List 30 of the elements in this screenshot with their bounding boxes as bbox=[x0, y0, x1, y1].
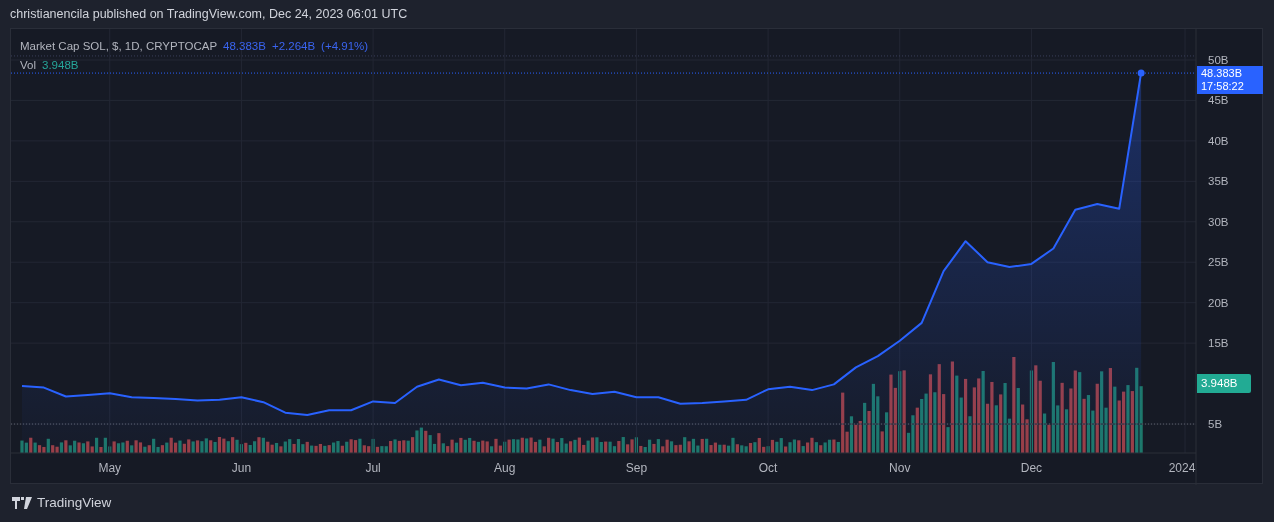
axis-label: 2024 bbox=[1168, 461, 1196, 475]
publish-note: christianencila published on TradingView.com, Dec 24, 2023 06:01 UTC bbox=[10, 5, 408, 23]
axis-label: 20B bbox=[1208, 296, 1229, 309]
price-tag: 48.383B 17:58:22 bbox=[1197, 66, 1263, 94]
axis-label: Sep bbox=[625, 461, 648, 475]
axis-label: Dec bbox=[1020, 461, 1043, 475]
price-change: +2.264B bbox=[271, 39, 316, 54]
logo-icon bbox=[12, 497, 32, 509]
brand-name: TradingView bbox=[37, 493, 112, 512]
axis-label: Oct bbox=[758, 461, 778, 475]
volume-tag: 3.948B bbox=[1197, 374, 1251, 393]
axis-label: 40B bbox=[1208, 134, 1229, 147]
symbol-title: Market Cap SOL, $, 1D, CRYPTOCAP bbox=[20, 39, 218, 54]
last-point-dot bbox=[1137, 69, 1145, 77]
axis-label: 45B bbox=[1208, 94, 1229, 107]
axis-label: 30B bbox=[1208, 215, 1229, 228]
axis-label: 5B bbox=[1208, 418, 1223, 431]
axis-label: 25B bbox=[1208, 256, 1229, 269]
axis-label: 15B bbox=[1208, 337, 1229, 350]
axis-label: 35B bbox=[1208, 175, 1229, 188]
axis-label: May bbox=[98, 461, 122, 475]
price-value: 48.383B bbox=[223, 39, 266, 54]
axis-label: Aug bbox=[494, 461, 516, 475]
axis-label: 50B bbox=[1208, 54, 1229, 66]
price-change-percent: (+4.91%) bbox=[321, 39, 369, 54]
axis-label: Jul bbox=[365, 461, 381, 475]
axis-label: Nov bbox=[889, 461, 911, 475]
volume-value: 3.948B bbox=[42, 58, 79, 74]
axis-label: Jun bbox=[231, 461, 252, 475]
volume-title: Vol bbox=[20, 58, 36, 74]
